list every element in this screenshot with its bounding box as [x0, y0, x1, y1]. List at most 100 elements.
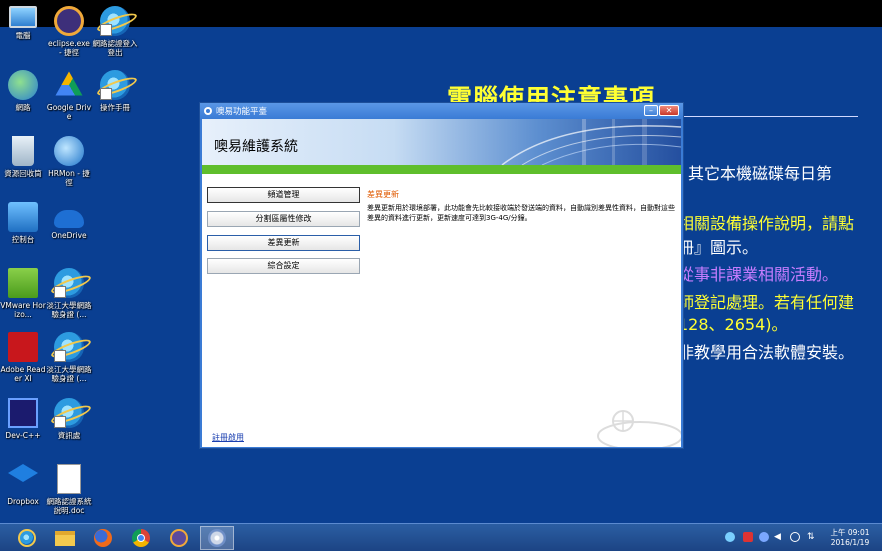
desktop-shortcut[interactable]: HRMon - 捷徑 — [46, 136, 92, 187]
eclipse-icon — [54, 6, 84, 36]
ie-icon — [100, 6, 130, 36]
tray-status-icon[interactable] — [790, 532, 800, 542]
wallpaper-notice-line: 從事非課業相關活動。 — [678, 265, 839, 284]
desktop-shortcut[interactable]: 淡江大學網路驗身證 (... — [46, 268, 92, 319]
desktop-shortcut[interactable]: 網路認證系統說明.doc — [46, 464, 92, 515]
desktop-shortcut-label: Dev-C++ — [5, 431, 41, 440]
desktop-shortcut-label: 電腦 — [15, 31, 31, 40]
desktop-shortcut-label: Dropbox — [7, 497, 39, 506]
register-activate-link[interactable]: 註冊啟用 — [212, 432, 244, 443]
google-drive-icon — [55, 71, 83, 96]
ie-icon — [54, 398, 84, 428]
wallpaper-notice-line: 非教學用合法軟體安裝。 — [678, 343, 855, 362]
taskbar-app-button[interactable] — [200, 526, 234, 550]
desktop-shortcut[interactable]: VMware Horizo... — [0, 268, 46, 319]
tray-app-icon[interactable] — [759, 532, 769, 542]
adobe-reader-icon — [8, 332, 38, 362]
app-window: 噢易功能平臺 – ✕ 噢易維護系統 頻道管理 分割區屬性修改 差異更新 綜合設定… — [199, 102, 684, 449]
content-title: 差異更新 — [367, 190, 399, 199]
content-description: 差異更新用於環境部署，此功能會先比較接收端於發送端的資料，自動識別差異性資料，自… — [367, 204, 675, 222]
network-icon — [8, 70, 38, 100]
menu-button-general-settings[interactable]: 綜合設定 — [207, 258, 360, 274]
word-doc-icon — [57, 464, 81, 494]
taskbar: ◀ ⇅ 上午 09:01 2016/1/19 — [0, 523, 882, 551]
ie-icon — [18, 529, 36, 547]
computer-icon — [9, 6, 37, 28]
hrmon-icon — [54, 136, 84, 166]
desktop-shortcut-label: Adobe Reader XI — [0, 365, 46, 383]
menu-button-channel-management[interactable]: 頻道管理 — [207, 187, 360, 203]
ie-icon — [100, 70, 130, 100]
globe-watermark-icon — [597, 410, 681, 447]
desktop-shortcut-label: 淡江大學網路驗身證 (... — [46, 301, 92, 319]
wallpaper-notice-line: 相關設備操作說明，請點 — [678, 214, 855, 233]
desktop-shortcut-label: eclipse.exe - 捷徑 — [48, 39, 90, 57]
desktop-shortcut[interactable]: 電腦 — [0, 6, 46, 40]
ie-icon — [54, 268, 84, 298]
dropbox-icon — [8, 464, 38, 482]
desktop-shortcut[interactable]: 淡江大學網路驗身證 (... — [46, 332, 92, 383]
wallpaper-notice-line: ，其它本機磁碟每日第 — [672, 164, 833, 183]
file-explorer-icon — [55, 530, 75, 546]
chrome-icon — [132, 529, 150, 547]
app-window-title: 噢易功能平臺 — [216, 107, 268, 117]
close-button[interactable]: ✕ — [659, 105, 679, 116]
devcpp-icon — [8, 398, 38, 428]
recycle-bin-icon — [12, 136, 34, 166]
minimize-button[interactable]: – — [644, 105, 658, 116]
tray-sync-icon[interactable]: ⇅ — [807, 532, 817, 542]
eclipse-icon — [170, 529, 188, 547]
desktop-shortcut-label: 操作手冊 — [100, 103, 130, 112]
desktop-shortcut[interactable]: Dev-C++ — [0, 398, 46, 440]
desktop-shortcut[interactable]: 操作手冊 — [92, 70, 138, 112]
desktop-shortcut-label: 網路認證登入登出 — [92, 39, 138, 57]
desktop-shortcut-label: 淡江大學網路驗身證 (... — [46, 365, 92, 383]
desktop: 電腦使用注意事項 。，其它本機磁碟每日第相關設備操作說明，請點冊』圖示。從事非課… — [0, 0, 882, 523]
vmware-icon — [8, 268, 38, 298]
wallpaper-notice-line: 冊』圖示。 — [678, 238, 759, 257]
app-titlebar[interactable]: 噢易功能平臺 – ✕ — [200, 103, 683, 119]
app-banner: 噢易維護系統 — [202, 119, 681, 165]
desktop-shortcut-label: 資訊處 — [57, 431, 81, 440]
desktop-shortcut[interactable]: 網路 — [0, 70, 46, 112]
app-disc-icon — [208, 529, 226, 547]
clock-date: 2016/1/19 — [830, 538, 870, 547]
desktop-shortcut-label: 控制台 — [11, 235, 35, 244]
clock-time: 上午 09:01 — [830, 528, 870, 537]
onedrive-icon — [54, 210, 84, 228]
control-panel-icon — [8, 202, 38, 232]
app-logo-icon — [204, 107, 212, 115]
desktop-shortcut[interactable]: OneDrive — [46, 202, 92, 240]
desktop-shortcut[interactable]: 控制台 — [0, 202, 46, 244]
ie-icon — [54, 332, 84, 362]
desktop-shortcut-label: 網路認證系統說明.doc — [46, 497, 92, 515]
tray-flag-icon[interactable] — [743, 532, 753, 542]
app-client-area: 噢易維護系統 頻道管理 分割區屬性修改 差異更新 綜合設定 註冊啟用 差異更新 … — [202, 119, 681, 447]
tray-network-icon[interactable] — [725, 532, 735, 542]
desktop-shortcut-label: Google Drive — [46, 103, 92, 121]
desktop-shortcut[interactable]: eclipse.exe - 捷徑 — [46, 6, 92, 57]
wallpaper-notice-line: 師登記處理。若有任何建 — [678, 293, 855, 312]
menu-panel: 頻道管理 分割區屬性修改 差異更新 綜合設定 註冊啟用 — [202, 174, 362, 447]
taskbar-chrome-button[interactable] — [124, 526, 158, 550]
wallpaper-notice-line: 128、2654)。 — [678, 315, 788, 334]
menu-button-differential-update[interactable]: 差異更新 — [207, 235, 360, 251]
banner-title: 噢易維護系統 — [214, 139, 298, 155]
banner-accent-bar — [202, 165, 681, 174]
desktop-shortcut[interactable]: Google Drive — [46, 70, 92, 121]
desktop-shortcut[interactable]: 資訊處 — [46, 398, 92, 440]
desktop-shortcut[interactable]: 網路認證登入登出 — [92, 6, 138, 57]
taskbar-firefox-button[interactable] — [86, 526, 120, 550]
desktop-shortcut[interactable]: Adobe Reader XI — [0, 332, 46, 383]
taskbar-clock[interactable]: 上午 09:01 2016/1/19 — [824, 528, 876, 548]
desktop-shortcut[interactable]: Dropbox — [0, 464, 46, 506]
taskbar-eclipse-button[interactable] — [162, 526, 196, 550]
firefox-icon — [94, 529, 112, 547]
menu-button-partition-properties[interactable]: 分割區屬性修改 — [207, 211, 360, 227]
tray-volume-icon[interactable]: ◀ — [774, 532, 784, 542]
desktop-shortcut-label: 資源回收筒 — [4, 169, 42, 178]
taskbar-ie-button[interactable] — [10, 526, 44, 550]
taskbar-file-explorer-button[interactable] — [48, 526, 82, 550]
desktop-shortcut-label: 網路 — [15, 103, 31, 112]
desktop-shortcut[interactable]: 資源回收筒 — [0, 136, 46, 178]
